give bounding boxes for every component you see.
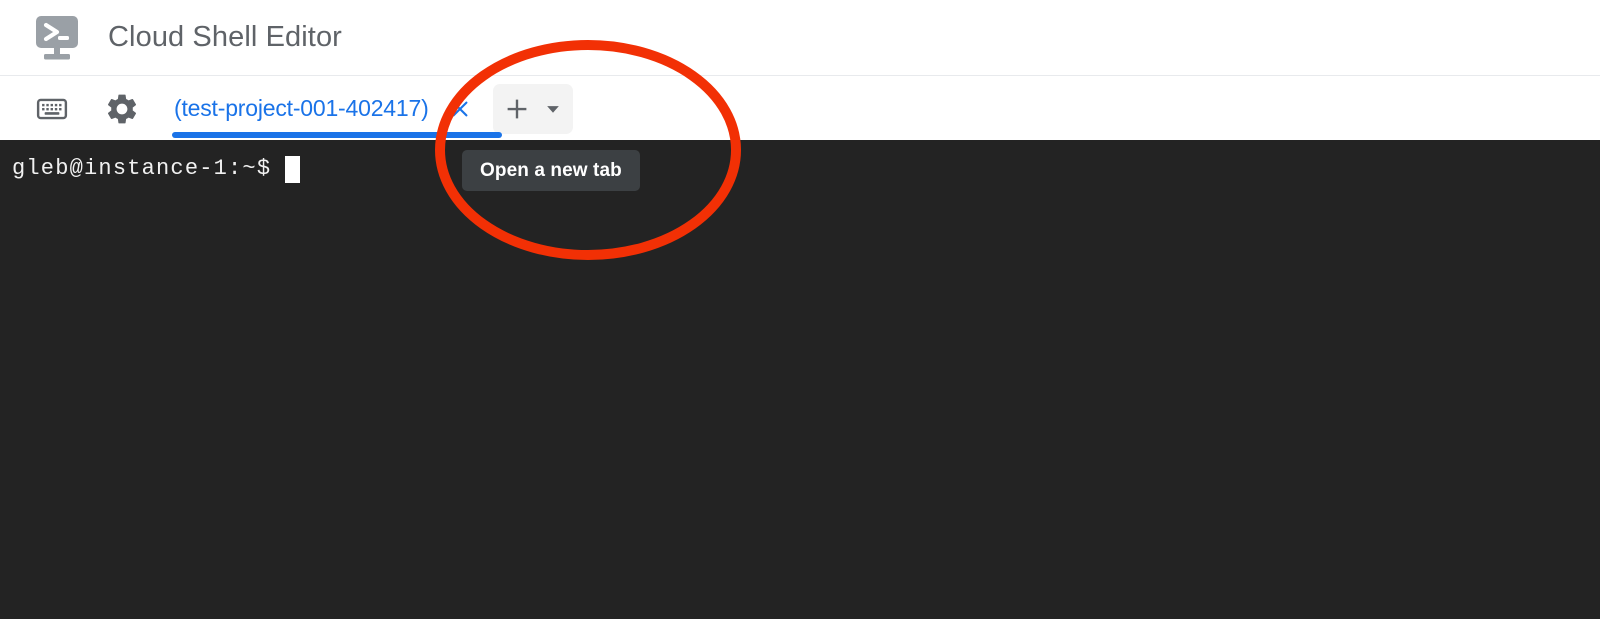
terminal-tab[interactable]: (test-project-001-402417) [172, 77, 502, 140]
tab-bar: (test-project-001-402417) [0, 77, 1600, 140]
app-header: Cloud Shell Editor [0, 0, 1600, 76]
terminal-tab-label: (test-project-001-402417) [174, 95, 429, 121]
plus-icon[interactable] [497, 87, 537, 131]
cloud-shell-logo-icon [28, 9, 86, 67]
terminal-prompt-line: gleb@instance-1:~$ [12, 154, 301, 184]
keyboard-icon[interactable] [30, 87, 74, 131]
terminal-prompt-text: gleb@instance-1:~$ [12, 156, 272, 181]
new-tab-tooltip: Open a new tab [462, 150, 640, 191]
active-tab-underline [172, 132, 502, 138]
terminal-panel[interactable]: gleb@instance-1:~$ [0, 140, 1600, 619]
page-title: Cloud Shell Editor [108, 21, 342, 53]
gear-icon[interactable] [100, 87, 144, 131]
new-tab-button-group[interactable] [492, 83, 573, 134]
block-cursor [285, 155, 301, 183]
close-icon[interactable] [445, 94, 475, 124]
chevron-down-icon[interactable] [537, 87, 569, 131]
